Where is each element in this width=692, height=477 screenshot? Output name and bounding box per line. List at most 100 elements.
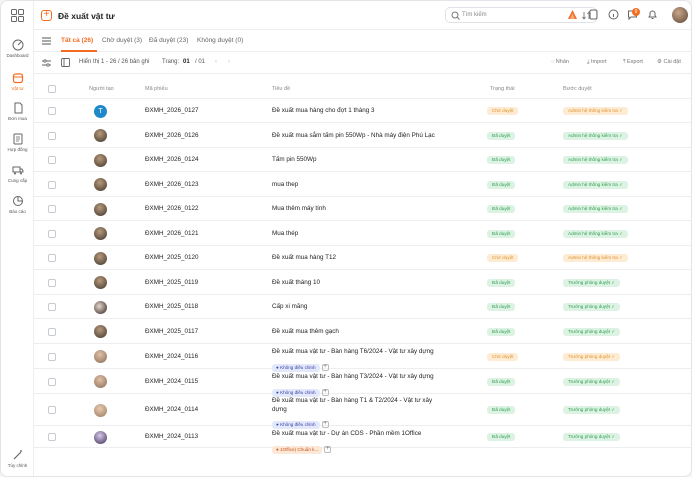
approval-step-badge[interactable]: Trưởng phòng duyệt ✓ bbox=[563, 327, 621, 336]
row-checkbox[interactable] bbox=[48, 254, 56, 262]
column-header[interactable]: Người tạo bbox=[89, 86, 114, 92]
record-code[interactable]: ĐXMH_2025_0120 bbox=[145, 254, 199, 261]
import-button[interactable]: ⤓ Import bbox=[587, 59, 607, 66]
record-code[interactable]: ĐXMH_2024_0114 bbox=[145, 406, 198, 413]
table-row[interactable]: ĐXMH_2026_0126 Đề xuất mua sắm tấm pin 55… bbox=[34, 123, 691, 148]
record-code[interactable]: ĐXMH_2026_0123 bbox=[145, 181, 199, 188]
record-code[interactable]: ĐXMH_2025_0119 bbox=[145, 279, 198, 286]
approval-step-badge[interactable]: Admin hệ thống kiểm tra ✓ bbox=[563, 229, 628, 238]
settings-button[interactable]: ⚙ Cài đặt bbox=[657, 59, 681, 65]
approval-step-badge[interactable]: Trưởng phòng duyệt ✓ bbox=[563, 406, 621, 414]
row-checkbox[interactable] bbox=[48, 303, 56, 311]
row-checkbox[interactable] bbox=[48, 377, 56, 386]
add-button[interactable]: + bbox=[41, 10, 52, 21]
approval-step-badge[interactable]: Trưởng phòng duyệt ✓ bbox=[563, 433, 621, 441]
sidebar-item-bao-cao[interactable]: Báo cáo bbox=[1, 195, 34, 214]
record-title[interactable]: Đề xuất mua thêm gạch bbox=[272, 328, 339, 335]
column-header[interactable]: Tiêu đề bbox=[272, 86, 290, 92]
next-page-icon[interactable]: › bbox=[228, 59, 230, 65]
filter-sliders-icon[interactable] bbox=[42, 59, 51, 67]
row-checkbox[interactable] bbox=[48, 156, 56, 164]
record-code[interactable]: ĐXMH_2024_0115 bbox=[145, 378, 198, 385]
label-button[interactable]: ◌ Nhãn bbox=[551, 59, 569, 65]
row-checkbox[interactable] bbox=[48, 406, 56, 414]
table-row[interactable]: ĐXMH_2026_0121 Mua thép Đã duyệt Admin hệ t… bbox=[34, 221, 691, 246]
record-title[interactable]: Đề xuất mua hàng T12 bbox=[272, 254, 336, 261]
sidebar-item-cung-cap[interactable]: Cung cấp bbox=[1, 164, 34, 183]
prev-page-icon[interactable]: ‹ bbox=[215, 59, 217, 65]
table-row[interactable]: ĐXMH_2024_0113 Đề xuất mua vật tư - Dự án… bbox=[34, 426, 691, 454]
column-header[interactable]: Mã phiếu bbox=[145, 86, 168, 92]
record-title[interactable]: Đề xuất mua vật tư - Dự án CDS - Phần mề… bbox=[272, 430, 421, 437]
record-title[interactable]: Cấp xi măng bbox=[272, 303, 307, 310]
help-icon[interactable] bbox=[608, 9, 619, 20]
row-checkbox[interactable] bbox=[48, 131, 56, 140]
table-row[interactable]: ĐXMH_2024_0114 Đề xuất mua vật tư - Bàn h… bbox=[34, 394, 691, 429]
add-tag-icon[interactable]: + bbox=[324, 446, 332, 454]
approval-step-badge[interactable]: Trưởng phòng duyệt ✓ bbox=[563, 377, 621, 386]
approval-step-badge[interactable]: Admin hệ thống kiểm tra ✓ bbox=[563, 254, 628, 262]
bell-icon[interactable] bbox=[647, 9, 658, 20]
tab-approved[interactable]: Đã duyệt (23) bbox=[149, 37, 188, 44]
approval-step-badge[interactable]: Trưởng phòng duyệt ✓ bbox=[563, 278, 621, 287]
row-checkbox[interactable] bbox=[48, 229, 56, 238]
approval-step-badge[interactable]: Admin hệ thống kiểm tra ✓ bbox=[563, 107, 628, 115]
hamburger-menu-icon[interactable] bbox=[42, 37, 51, 45]
approval-step-badge[interactable]: Admin hệ thống kiểm tra ✓ bbox=[563, 131, 628, 140]
row-checkbox[interactable] bbox=[48, 107, 56, 115]
sidebar-settings[interactable]: Tùy chỉnh bbox=[1, 449, 34, 468]
page-current[interactable]: 01 bbox=[183, 59, 190, 65]
bookmark-icon[interactable] bbox=[588, 9, 599, 20]
column-header[interactable]: Bước duyệt bbox=[563, 86, 592, 92]
sidebar-item-dashboard[interactable]: Dashboard bbox=[1, 39, 34, 58]
brand-logo-icon[interactable] bbox=[567, 9, 578, 20]
table-row[interactable]: ĐXMH_2024_0115 Đề xuất mua vật tư - Bàn h… bbox=[34, 369, 691, 397]
record-code[interactable]: ĐXMH_2026_0121 bbox=[145, 230, 199, 237]
export-button[interactable]: ⤒ Export bbox=[623, 59, 643, 66]
approval-step-badge[interactable]: Admin hệ thống kiểm tra ✓ bbox=[563, 205, 628, 213]
record-title[interactable]: Đề xuất mua vật tư - Bàn hàng T1 & T2/20… bbox=[272, 397, 432, 404]
approval-step-badge[interactable]: Trưởng phòng duyệt ✓ bbox=[563, 352, 621, 361]
row-checkbox[interactable] bbox=[48, 180, 56, 189]
tab-all[interactable]: Tất cả (26) bbox=[61, 37, 93, 44]
record-code[interactable]: ĐXMH_2025_0118 bbox=[145, 303, 198, 310]
table-row[interactable]: ĐXMH_2026_0124 Tấm pin 550Wp Đã duyệt Admin… bbox=[34, 148, 691, 172]
record-title[interactable]: Đề xuất tháng 10 bbox=[272, 279, 320, 286]
record-code[interactable]: ĐXMH_2024_0113 bbox=[145, 433, 198, 440]
table-row[interactable]: ĐXMH_2024_0116 Đề xuất mua vật tư - Bàn h… bbox=[34, 344, 691, 372]
tab-pending[interactable]: Chờ duyệt (3) bbox=[102, 37, 142, 44]
record-code[interactable]: ĐXMH_2026_0124 bbox=[145, 156, 199, 163]
columns-icon[interactable] bbox=[61, 58, 70, 67]
tab-rejected[interactable]: Không duyệt (0) bbox=[197, 37, 243, 44]
record-title[interactable]: Tấm pin 550Wp bbox=[272, 156, 316, 163]
record-title[interactable]: Mua thêm máy tính bbox=[272, 205, 326, 212]
sidebar-item-vat-tu[interactable]: Vật tư bbox=[1, 72, 34, 91]
record-title[interactable]: Đề xuất mua vật tư - Bàn hàng T3/2024 - … bbox=[272, 373, 434, 380]
record-code[interactable]: ĐXMH_2026_0122 bbox=[145, 205, 199, 212]
table-row[interactable]: ĐXMH_2025_0117 Đề xuất mua thêm gạch Đã du… bbox=[34, 319, 691, 344]
record-title[interactable]: Mua thép bbox=[272, 230, 298, 237]
record-title[interactable]: Đề xuất mua hàng cho đợt 1 tháng 3 bbox=[272, 107, 375, 114]
approval-step-badge[interactable]: Admin hệ thống kiểm tra ✓ bbox=[563, 156, 628, 164]
record-code[interactable]: ĐXMH_2024_0116 bbox=[145, 353, 198, 360]
sidebar-item-hop-dong[interactable]: Hợp đồng bbox=[1, 133, 34, 152]
record-title[interactable]: Đề xuất mua sắm tấm pin 550Wp - Nhà máy … bbox=[272, 132, 435, 139]
table-row[interactable]: ĐXMH_2025_0120 Đề xuất mua hàng T12 Chờ du… bbox=[34, 246, 691, 270]
user-avatar[interactable] bbox=[672, 7, 688, 23]
approval-step-badge[interactable]: Admin hệ thống kiểm tra ✓ bbox=[563, 180, 628, 189]
row-checkbox[interactable] bbox=[48, 278, 56, 287]
row-checkbox[interactable] bbox=[48, 352, 56, 361]
record-code[interactable]: ĐXMH_2026_0126 bbox=[145, 132, 199, 139]
select-all-checkbox[interactable] bbox=[48, 85, 56, 93]
record-code[interactable]: ĐXMH_2025_0117 bbox=[145, 328, 198, 335]
table-row[interactable]: ĐXMH_2026_0123 mua thep Đã duyệt Admin hệ t… bbox=[34, 172, 691, 197]
record-title[interactable]: mua thep bbox=[272, 181, 298, 188]
table-row[interactable]: ĐXMH_2026_0122 Mua thêm máy tính Đã duyệt A… bbox=[34, 197, 691, 221]
table-row[interactable]: T ĐXMH_2026_0127 Đề xuất mua hàng cho đợt … bbox=[34, 99, 691, 123]
table-row[interactable]: ĐXMH_2025_0119 Đề xuất tháng 10 Đã duyệt Tr… bbox=[34, 270, 691, 295]
record-code[interactable]: ĐXMH_2026_0127 bbox=[145, 107, 199, 114]
row-checkbox[interactable] bbox=[48, 327, 56, 336]
sidebar-item-don-mua[interactable]: Đơn mua bbox=[1, 102, 34, 121]
record-title[interactable]: Đề xuất mua vật tư - Bàn hàng T6/2024 - … bbox=[272, 348, 434, 355]
row-checkbox[interactable] bbox=[48, 433, 56, 441]
